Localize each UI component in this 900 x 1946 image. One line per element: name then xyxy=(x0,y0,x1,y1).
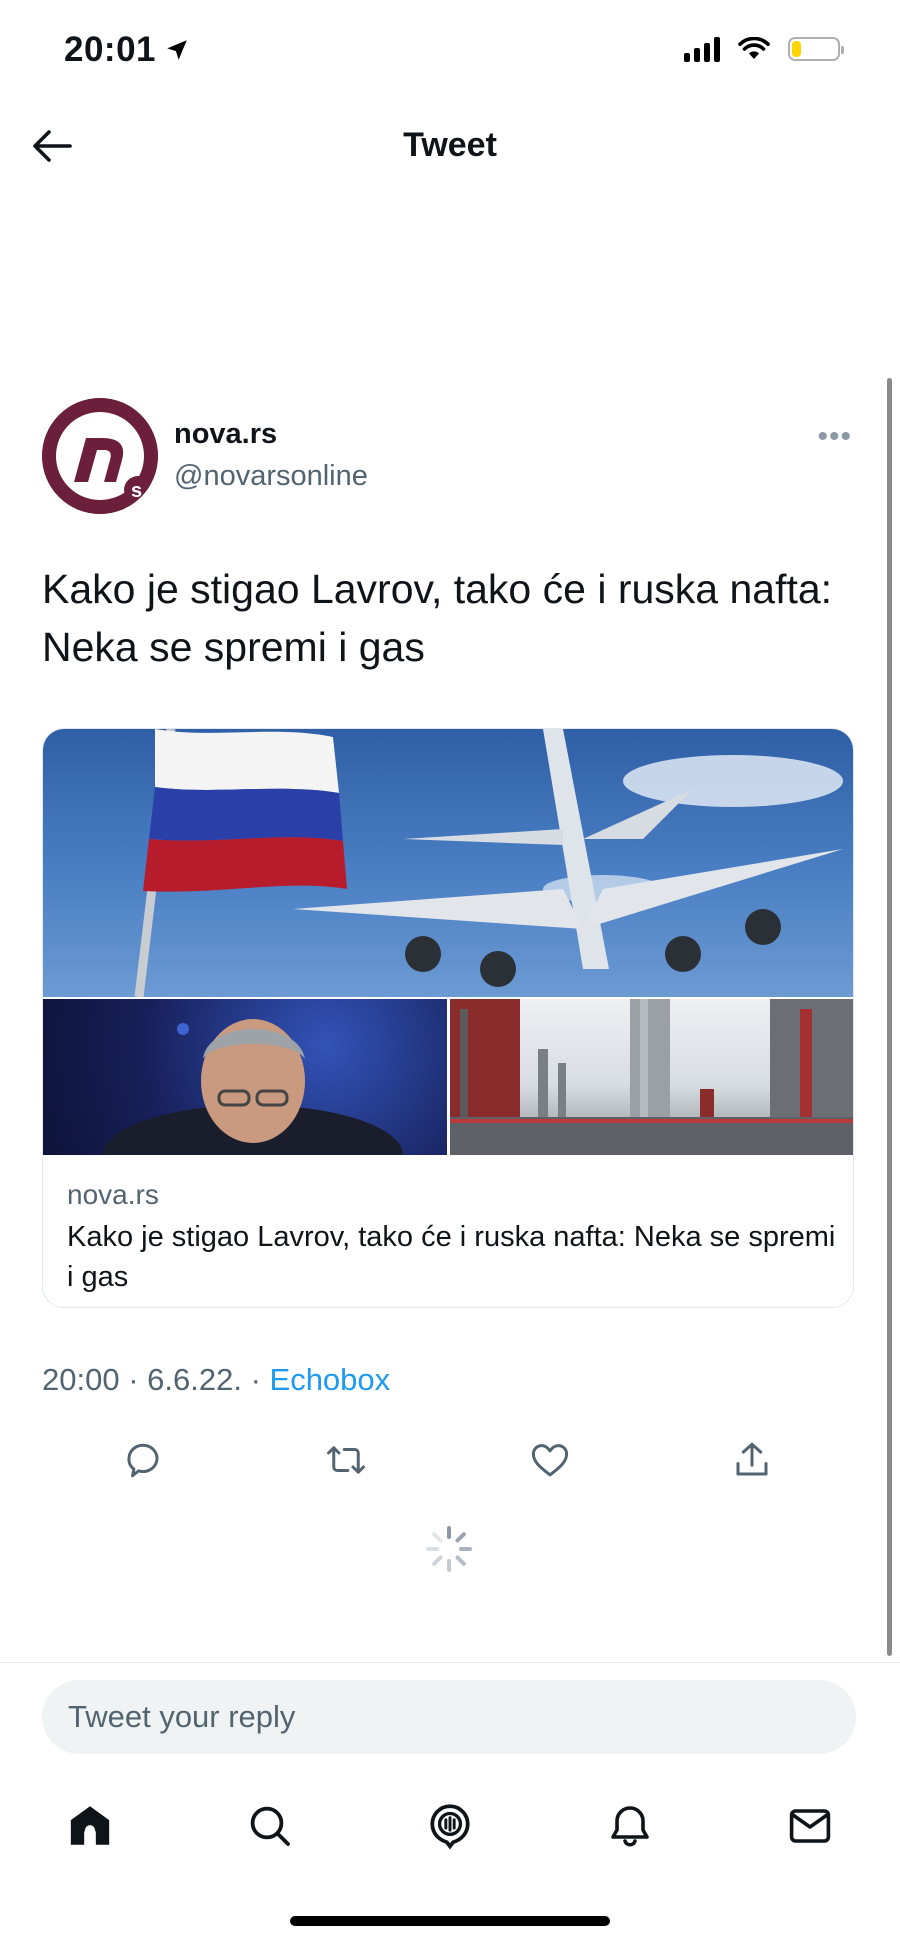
tweet-source-link[interactable]: Echobox xyxy=(270,1362,391,1397)
tab-messages[interactable] xyxy=(780,1796,840,1856)
status-time-text: 20:01 xyxy=(64,30,157,69)
home-icon xyxy=(70,1806,110,1845)
retweet-icon xyxy=(327,1446,365,1474)
author-handle[interactable]: @novarsonline xyxy=(174,460,368,493)
link-card[interactable]: nova.rs Kako je stigao Lavrov, tako će i… xyxy=(42,728,854,1308)
battery-level xyxy=(792,41,801,57)
status-indicators xyxy=(684,36,844,62)
page-title: Tweet xyxy=(403,126,497,164)
search-icon xyxy=(250,1806,290,1846)
tab-home[interactable] xyxy=(60,1796,120,1856)
reply-icon xyxy=(127,1443,159,1478)
card-title: Kako je stigao Lavrov, tako će i ruska n… xyxy=(67,1221,836,1293)
card-domain: nova.rs xyxy=(67,1179,159,1210)
author-name[interactable]: nova.rs xyxy=(174,418,277,451)
reply-input[interactable] xyxy=(42,1680,856,1754)
retweet-button[interactable] xyxy=(318,1432,374,1488)
avatar[interactable]: s xyxy=(42,398,158,514)
scrollbar[interactable] xyxy=(887,378,892,1656)
tab-search[interactable] xyxy=(240,1796,300,1856)
tab-spaces[interactable] xyxy=(420,1796,480,1856)
wifi-icon xyxy=(738,37,770,59)
tweet-time: 20:00 xyxy=(42,1362,120,1397)
tweet-text: Kako je stigao Lavrov, tako će i ruska n… xyxy=(42,566,833,670)
share-button[interactable] xyxy=(724,1432,780,1488)
messages-icon xyxy=(789,1809,831,1843)
like-icon xyxy=(531,1444,569,1477)
home-indicator[interactable] xyxy=(290,1916,610,1926)
meta-separator: · xyxy=(119,1362,148,1397)
card-image-portrait xyxy=(43,999,447,1205)
notifications-icon xyxy=(611,1806,649,1847)
nova-logo-icon: s xyxy=(42,398,158,514)
like-button[interactable] xyxy=(522,1432,578,1488)
cellular-signal-icon xyxy=(684,36,720,62)
meta-separator: · xyxy=(241,1362,270,1397)
airplane-flag-illustration xyxy=(134,729,843,998)
more-options-button[interactable]: ••• xyxy=(817,420,852,454)
reply-button[interactable] xyxy=(115,1432,171,1488)
divider xyxy=(0,1662,900,1663)
tab-notifications[interactable] xyxy=(600,1796,660,1856)
svg-text:s: s xyxy=(131,480,142,502)
refinery-illustration xyxy=(450,999,853,1155)
location-arrow-icon xyxy=(167,40,187,60)
more-dots-icon: ••• xyxy=(817,420,852,453)
card-image-airplane-flag xyxy=(43,729,853,998)
portrait-illustration xyxy=(103,1019,403,1205)
tweet-meta: 20:00 · 6.6.22. · Echobox xyxy=(42,1362,390,1398)
loading-spinner-icon xyxy=(426,1526,472,1572)
status-time: 20:01 xyxy=(64,30,190,70)
battery-icon xyxy=(788,37,844,61)
share-icon xyxy=(736,1442,768,1476)
card-image-refinery xyxy=(450,999,853,1155)
tweet-date: 6.6.22. xyxy=(147,1362,242,1397)
spaces-icon xyxy=(430,1804,470,1850)
